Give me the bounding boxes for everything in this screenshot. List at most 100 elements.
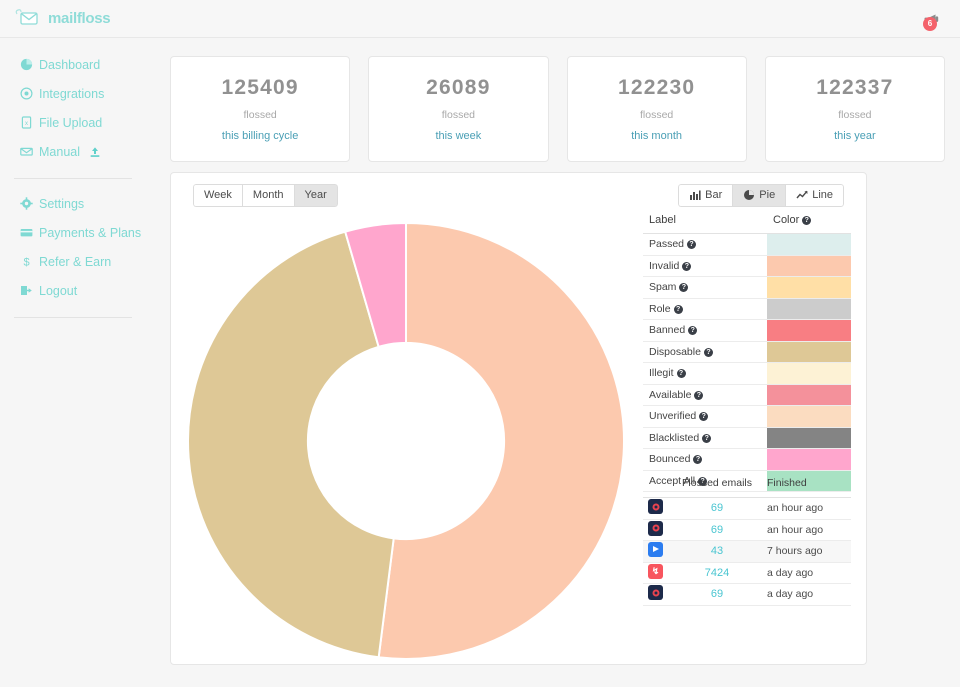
legend-row[interactable]: Spam? xyxy=(643,277,851,299)
range-button-label: Month xyxy=(253,189,284,201)
chart-panel: Week Month Year Bar xyxy=(170,172,867,665)
stat-sub: flossed xyxy=(640,109,673,121)
sidebar-item-integrations[interactable]: Integrations xyxy=(0,79,150,108)
legend-row-label: Unverified? xyxy=(643,406,767,428)
legend-row[interactable]: Banned? xyxy=(643,320,851,342)
job-count-cell: 69 xyxy=(677,519,757,541)
stat-period: this week xyxy=(435,130,481,142)
upload-icon[interactable] xyxy=(89,146,101,158)
legend-table: Label Color? Passed?Invalid?Spam?Role?Ba… xyxy=(643,211,851,492)
stat-card-week: 26089 flossed this week xyxy=(368,56,548,162)
help-icon[interactable]: ? xyxy=(694,391,703,400)
legend-color-swatch[interactable] xyxy=(767,255,851,277)
chart-type-button-pie[interactable]: Pie xyxy=(732,184,785,207)
legend-color-swatch[interactable] xyxy=(767,427,851,449)
stat-period: this billing cycle xyxy=(222,130,298,142)
legend-label-text: Illegit xyxy=(649,367,674,379)
stat-card-year: 122337 flossed this year xyxy=(765,56,945,162)
legend-row[interactable]: Invalid? xyxy=(643,255,851,277)
job-icon-cell xyxy=(643,541,677,563)
sidebar-item-refer-earn[interactable]: $ Refer & Earn xyxy=(0,247,150,276)
mailerlite-icon: ↯ xyxy=(648,564,663,579)
legend-color-swatch[interactable] xyxy=(767,320,851,342)
donut-chart-svg[interactable] xyxy=(186,221,626,661)
legend-color-swatch[interactable] xyxy=(767,234,851,256)
help-icon[interactable]: ? xyxy=(679,283,688,292)
legend-color-swatch[interactable] xyxy=(767,298,851,320)
drip-icon xyxy=(648,521,663,536)
help-icon[interactable]: ? xyxy=(674,305,683,314)
legend-color-swatch[interactable] xyxy=(767,341,851,363)
stat-value: 125409 xyxy=(221,76,298,100)
envelope-logo-icon xyxy=(14,8,44,28)
help-icon[interactable]: ? xyxy=(693,455,702,464)
sidebar-item-payments-plans[interactable]: Payments & Plans xyxy=(0,218,150,247)
chart-type-label: Line xyxy=(812,189,833,201)
legend-label-text: Blacklisted xyxy=(649,432,699,444)
stat-period: this year xyxy=(834,130,876,142)
donut-slice-invalid[interactable] xyxy=(379,223,624,659)
legend-row[interactable]: Illegit? xyxy=(643,363,851,385)
chart-type-button-group: Bar Pie Line xyxy=(678,184,844,207)
sidebar: Dashboard Integrations x File Upload xyxy=(0,38,150,687)
job-icon-cell xyxy=(643,584,677,606)
chart-type-button-bar[interactable]: Bar xyxy=(678,184,732,207)
legend-row[interactable]: Role? xyxy=(643,298,851,320)
legend-row-label: Bounced? xyxy=(643,449,767,471)
legend-row-label: Spam? xyxy=(643,277,767,299)
legend-label-text: Bounced xyxy=(649,453,690,465)
job-icon-cell xyxy=(643,519,677,541)
sidebar-item-settings[interactable]: Settings xyxy=(0,189,150,218)
legend-color-swatch[interactable] xyxy=(767,406,851,428)
sidebar-item-label: File Upload xyxy=(39,116,102,130)
job-count-cell: 69 xyxy=(677,498,757,520)
legend-label-text: Banned xyxy=(649,324,685,336)
table-row[interactable]: 437 hours ago xyxy=(643,541,851,563)
legend-header-label: Label xyxy=(643,211,767,234)
help-icon[interactable]: ? xyxy=(688,326,697,335)
chart-type-button-line[interactable]: Line xyxy=(785,184,844,207)
job-icon-cell: ↯ xyxy=(643,562,677,584)
legend-label-text: Unverified xyxy=(649,410,696,422)
legend-body: Passed?Invalid?Spam?Role?Banned?Disposab… xyxy=(643,234,851,492)
range-button-week[interactable]: Week xyxy=(193,184,242,207)
help-icon[interactable]: ? xyxy=(687,240,696,249)
stat-value: 26089 xyxy=(426,76,490,100)
sidebar-item-manual[interactable]: Manual xyxy=(0,137,150,166)
sidebar-item-file-upload[interactable]: x File Upload xyxy=(0,108,150,137)
table-row[interactable]: 69an hour ago xyxy=(643,519,851,541)
help-icon[interactable]: ? xyxy=(702,434,711,443)
help-icon[interactable]: ? xyxy=(682,262,691,271)
legend-row[interactable]: Passed? xyxy=(643,234,851,256)
dollar-icon: $ xyxy=(20,255,33,268)
legend-color-swatch[interactable] xyxy=(767,449,851,471)
legend-color-swatch[interactable] xyxy=(767,363,851,385)
table-row[interactable]: ↯7424a day ago xyxy=(643,562,851,584)
sidebar-item-label: Logout xyxy=(39,284,77,298)
stat-value: 122337 xyxy=(816,76,893,100)
help-icon[interactable]: ? xyxy=(704,348,713,357)
legend-color-swatch[interactable] xyxy=(767,277,851,299)
range-button-year[interactable]: Year xyxy=(294,184,338,207)
legend-row[interactable]: Disposable? xyxy=(643,341,851,363)
legend-row[interactable]: Unverified? xyxy=(643,406,851,428)
help-icon[interactable]: ? xyxy=(802,216,811,225)
announcements-button[interactable]: 6 xyxy=(922,9,944,31)
file-icon: x xyxy=(20,116,33,129)
pie-chart-icon xyxy=(743,189,755,201)
sidebar-item-logout[interactable]: Logout xyxy=(0,276,150,305)
logout-icon xyxy=(20,284,33,297)
help-icon[interactable]: ? xyxy=(699,412,708,421)
legend-row[interactable]: Available? xyxy=(643,384,851,406)
legend-label-text: Invalid xyxy=(649,260,679,272)
legend-color-swatch[interactable] xyxy=(767,384,851,406)
range-button-month[interactable]: Month xyxy=(242,184,294,207)
sidebar-item-dashboard[interactable]: Dashboard xyxy=(0,50,150,79)
legend-row[interactable]: Blacklisted? xyxy=(643,427,851,449)
table-row[interactable]: 69a day ago xyxy=(643,584,851,606)
table-row[interactable]: 69an hour ago xyxy=(643,498,851,520)
help-icon[interactable]: ? xyxy=(677,369,686,378)
brand-logo[interactable]: mailfloss xyxy=(14,8,110,28)
sidebar-item-label: Dashboard xyxy=(39,58,100,72)
legend-row[interactable]: Bounced? xyxy=(643,449,851,471)
